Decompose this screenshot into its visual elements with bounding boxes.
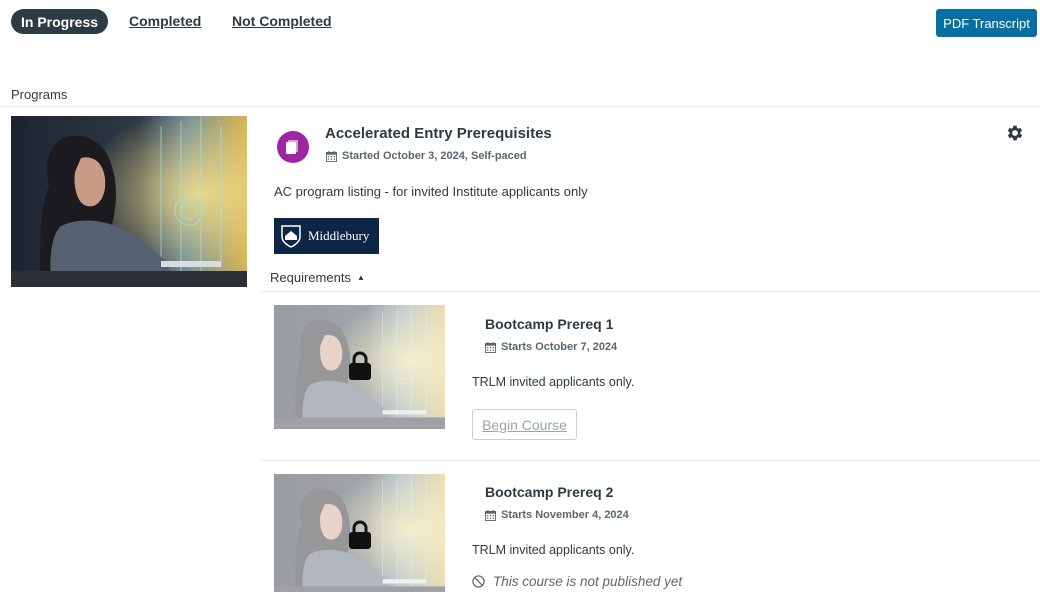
tab-not-completed[interactable]: Not Completed xyxy=(232,13,332,29)
tab-completed[interactable]: Completed xyxy=(129,13,201,29)
course-meta: Starts October 7, 2024 xyxy=(485,341,617,353)
course-divider xyxy=(260,460,1040,461)
section-divider xyxy=(0,106,1040,107)
prohibited-icon xyxy=(472,575,485,588)
program-description: AC program listing - for invited Institu… xyxy=(274,184,588,199)
middlebury-logo: Middlebury xyxy=(274,218,379,254)
gear-icon[interactable] xyxy=(1005,123,1025,143)
requirements-label: Requirements xyxy=(270,270,351,285)
requirements-divider xyxy=(260,291,1040,292)
course-description: TRLM invited applicants only. xyxy=(472,375,635,389)
calendar-icon xyxy=(485,510,496,521)
calendar-icon xyxy=(485,342,496,353)
programs-section-label: Programs xyxy=(11,87,68,102)
program-start-date: Started October 3, 2024, Self-paced xyxy=(342,150,527,162)
begin-course-button[interactable]: Begin Course xyxy=(472,409,577,440)
program-icon xyxy=(277,131,309,163)
unpublished-text: This course is not published yet xyxy=(493,574,683,589)
course-description: TRLM invited applicants only. xyxy=(472,543,635,557)
course-image[interactable] xyxy=(274,474,445,592)
program-meta: Started October 3, 2024, Self-paced xyxy=(326,150,527,162)
course-title[interactable]: Bootcamp Prereq 2 xyxy=(485,484,613,500)
lock-icon xyxy=(349,351,371,380)
course-meta: Starts November 4, 2024 xyxy=(485,509,629,521)
program-title[interactable]: Accelerated Entry Prerequisites xyxy=(325,125,552,142)
program-image[interactable] xyxy=(11,116,247,287)
unpublished-notice: This course is not published yet xyxy=(472,574,682,589)
course-title[interactable]: Bootcamp Prereq 1 xyxy=(485,316,613,332)
pdf-transcript-button[interactable]: PDF Transcript xyxy=(936,9,1037,37)
tab-in-progress[interactable]: In Progress xyxy=(11,9,108,34)
logo-text: Middlebury xyxy=(308,228,370,243)
requirements-toggle[interactable]: Requirements ▲ xyxy=(270,270,365,285)
caret-up-icon: ▲ xyxy=(356,273,365,282)
course-image[interactable] xyxy=(274,305,445,429)
course-start-date: Starts November 4, 2024 xyxy=(501,509,629,521)
course-start-date: Starts October 7, 2024 xyxy=(501,341,618,353)
crest-icon xyxy=(281,225,301,248)
lock-icon xyxy=(349,520,371,549)
calendar-icon xyxy=(326,151,337,162)
